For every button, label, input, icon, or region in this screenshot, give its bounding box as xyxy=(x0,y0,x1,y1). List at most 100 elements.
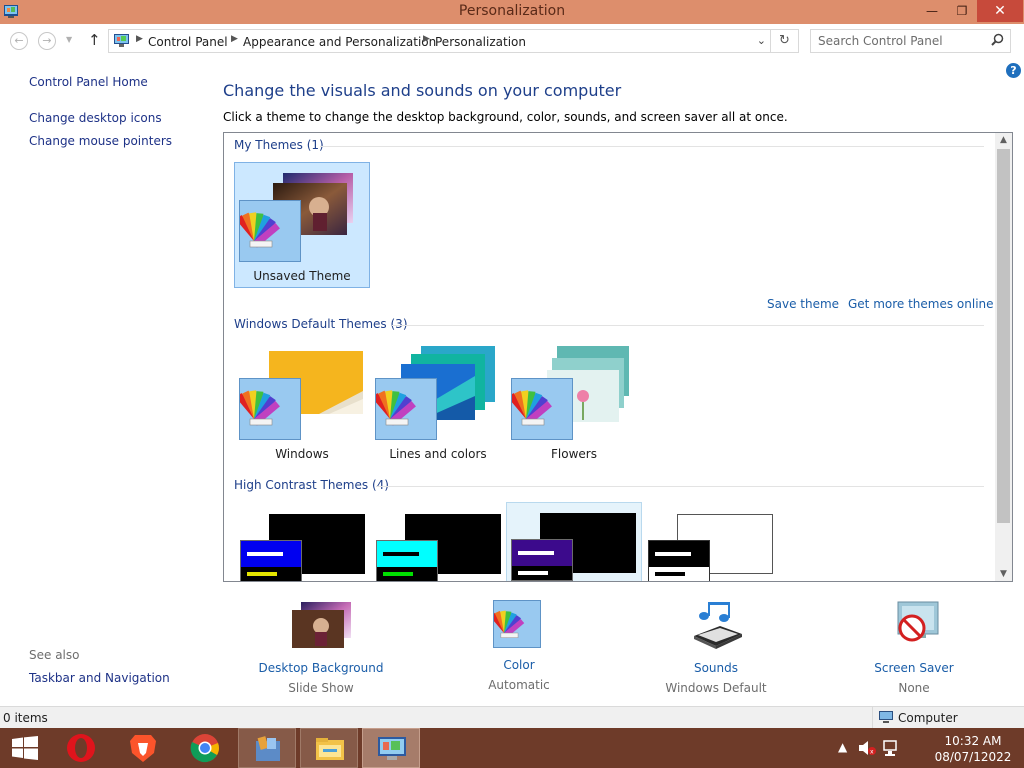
breadcrumb-control-panel[interactable]: Control Panel xyxy=(148,35,228,49)
setting-value: Automatic xyxy=(488,678,550,692)
color-palette-icon xyxy=(487,600,551,652)
clock-date: 08/07/12022 xyxy=(934,750,1012,764)
search-box[interactable] xyxy=(810,29,1011,53)
desktop-background-setting[interactable]: Desktop Background Slide Show xyxy=(246,600,396,695)
setting-name[interactable]: Desktop Background xyxy=(246,661,396,675)
high-contrast-sample xyxy=(240,540,302,581)
recent-locations-chevron-icon[interactable]: ▼ xyxy=(66,35,72,44)
taskbar-opera[interactable] xyxy=(52,728,110,768)
restore-button[interactable]: ❐ xyxy=(947,0,977,22)
scroll-up-icon[interactable]: ▲ xyxy=(995,135,1012,145)
address-dropdown-icon[interactable]: ⌄ xyxy=(757,34,766,47)
start-button[interactable] xyxy=(0,728,58,768)
see-also-label: See also xyxy=(29,648,80,662)
theme-lines-and-colors[interactable]: Lines and colors xyxy=(370,340,506,466)
taskbar-chrome[interactable] xyxy=(176,728,234,768)
theme-high-contrast-1[interactable] xyxy=(234,502,370,581)
change-mouse-pointers-link[interactable]: Change mouse pointers xyxy=(29,134,172,148)
setting-name[interactable]: Screen Saver xyxy=(839,661,989,675)
title-bar[interactable]: Personalization — ❐ ✕ xyxy=(0,0,1024,24)
theme-label: Unsaved Theme xyxy=(253,269,351,283)
theme-list[interactable]: My Themes (1) Unsaved Theme Save theme G… xyxy=(223,132,1013,582)
high-contrast-heading: High Contrast Themes (4) xyxy=(234,478,389,492)
breadcrumb-personalization[interactable]: Personalization xyxy=(435,35,526,49)
default-themes-heading: Windows Default Themes (3) xyxy=(234,317,408,331)
theme-flowers[interactable]: Flowers xyxy=(506,340,642,466)
taskbar-brave[interactable] xyxy=(114,728,172,768)
back-button[interactable]: ← xyxy=(10,32,28,50)
color-palette-icon xyxy=(236,200,301,262)
theme-high-contrast-2[interactable] xyxy=(370,502,506,581)
taskbar-and-navigation-link[interactable]: Taskbar and Navigation xyxy=(29,671,170,685)
taskbar-file-explorer[interactable] xyxy=(300,728,358,768)
taskbar-clock[interactable]: 10:32 AM 08/07/12022 xyxy=(930,733,1016,765)
minimize-button[interactable]: — xyxy=(917,0,947,22)
sounds-setting[interactable]: Sounds Windows Default xyxy=(641,600,791,695)
svg-text:x: x xyxy=(870,749,874,756)
control-panel-icon xyxy=(378,737,406,760)
setting-value: Slide Show xyxy=(288,681,354,695)
window-title: Personalization xyxy=(458,3,566,19)
high-contrast-sample xyxy=(511,539,573,581)
high-contrast-sample xyxy=(648,540,710,581)
chrome-icon xyxy=(190,734,219,763)
setting-name[interactable]: Color xyxy=(444,658,594,672)
item-count: 0 items xyxy=(3,711,48,725)
close-button[interactable]: ✕ xyxy=(977,0,1023,22)
address-bar[interactable]: ▶ Control Panel ▶ Appearance and Persona… xyxy=(108,29,771,53)
help-icon[interactable]: ? xyxy=(1006,63,1021,78)
show-hidden-icons-chevron-icon[interactable]: ▲ xyxy=(838,740,847,754)
computer-icon xyxy=(879,711,893,723)
scroll-down-icon[interactable]: ▼ xyxy=(995,569,1012,579)
breadcrumb-separator-icon[interactable]: ▶ xyxy=(136,34,143,44)
theme-high-contrast-black[interactable] xyxy=(506,502,642,581)
volume-muted-icon[interactable]: x xyxy=(858,740,876,756)
get-more-themes-link[interactable]: Get more themes online xyxy=(848,297,994,311)
color-palette-icon xyxy=(508,378,573,440)
theme-unsaved[interactable]: Unsaved Theme xyxy=(234,162,370,288)
change-desktop-icons-link[interactable]: Change desktop icons xyxy=(29,111,162,125)
wallpaper-icon xyxy=(292,602,351,648)
theme-high-contrast-white[interactable] xyxy=(642,502,778,581)
screen-saver-icon xyxy=(897,601,939,642)
left-pane: Control Panel Home Change desktop icons … xyxy=(0,58,210,706)
page-description: Click a theme to change the desktop back… xyxy=(223,110,788,124)
divider xyxy=(392,325,984,326)
breadcrumb-separator-icon[interactable]: ▶ xyxy=(231,34,238,44)
taskbar-control-panel[interactable] xyxy=(362,728,420,768)
brave-icon xyxy=(130,735,156,762)
status-bar: 0 items Computer xyxy=(0,706,1024,728)
theme-list-scrollbar[interactable]: ▲ ▼ xyxy=(995,133,1012,581)
screen-saver-setting[interactable]: Screen Saver None xyxy=(839,600,989,695)
save-theme-link[interactable]: Save theme xyxy=(767,297,839,311)
setting-name[interactable]: Sounds xyxy=(641,661,791,675)
setting-value: None xyxy=(898,681,930,695)
store-icon xyxy=(256,736,280,761)
breadcrumb-appearance[interactable]: Appearance and Personalization xyxy=(243,35,436,49)
network-icon[interactable] xyxy=(882,739,900,757)
theme-label: Flowers xyxy=(551,447,597,461)
color-setting[interactable]: Color Automatic xyxy=(444,600,594,692)
setting-value: Windows Default xyxy=(665,681,767,695)
status-location: Computer xyxy=(872,707,1022,728)
opera-icon xyxy=(67,734,95,762)
forward-button[interactable]: → xyxy=(38,32,56,50)
location-label: Computer xyxy=(898,711,958,725)
theme-windows[interactable]: Windows xyxy=(234,340,370,466)
color-palette-icon xyxy=(236,378,301,440)
search-input[interactable] xyxy=(818,34,983,48)
file-explorer-icon xyxy=(316,738,344,760)
my-themes-heading: My Themes (1) xyxy=(234,138,324,152)
refresh-button[interactable]: ↻ xyxy=(771,29,799,53)
breadcrumb-separator-icon[interactable]: ▶ xyxy=(423,34,430,44)
up-arrow-icon[interactable]: ↑ xyxy=(88,31,101,49)
color-palette-icon xyxy=(372,378,437,440)
divider xyxy=(320,146,984,147)
control-panel-home-link[interactable]: Control Panel Home xyxy=(29,75,148,89)
search-icon[interactable] xyxy=(991,33,1004,46)
navigation-bar: ← → ▼ ↑ ▶ Control Panel ▶ Appearance and… xyxy=(0,24,1024,58)
scrollbar-thumb[interactable] xyxy=(997,149,1010,523)
taskbar-store[interactable] xyxy=(238,728,296,768)
clock-time: 10:32 AM xyxy=(944,734,1002,748)
control-panel-icon xyxy=(114,34,129,47)
